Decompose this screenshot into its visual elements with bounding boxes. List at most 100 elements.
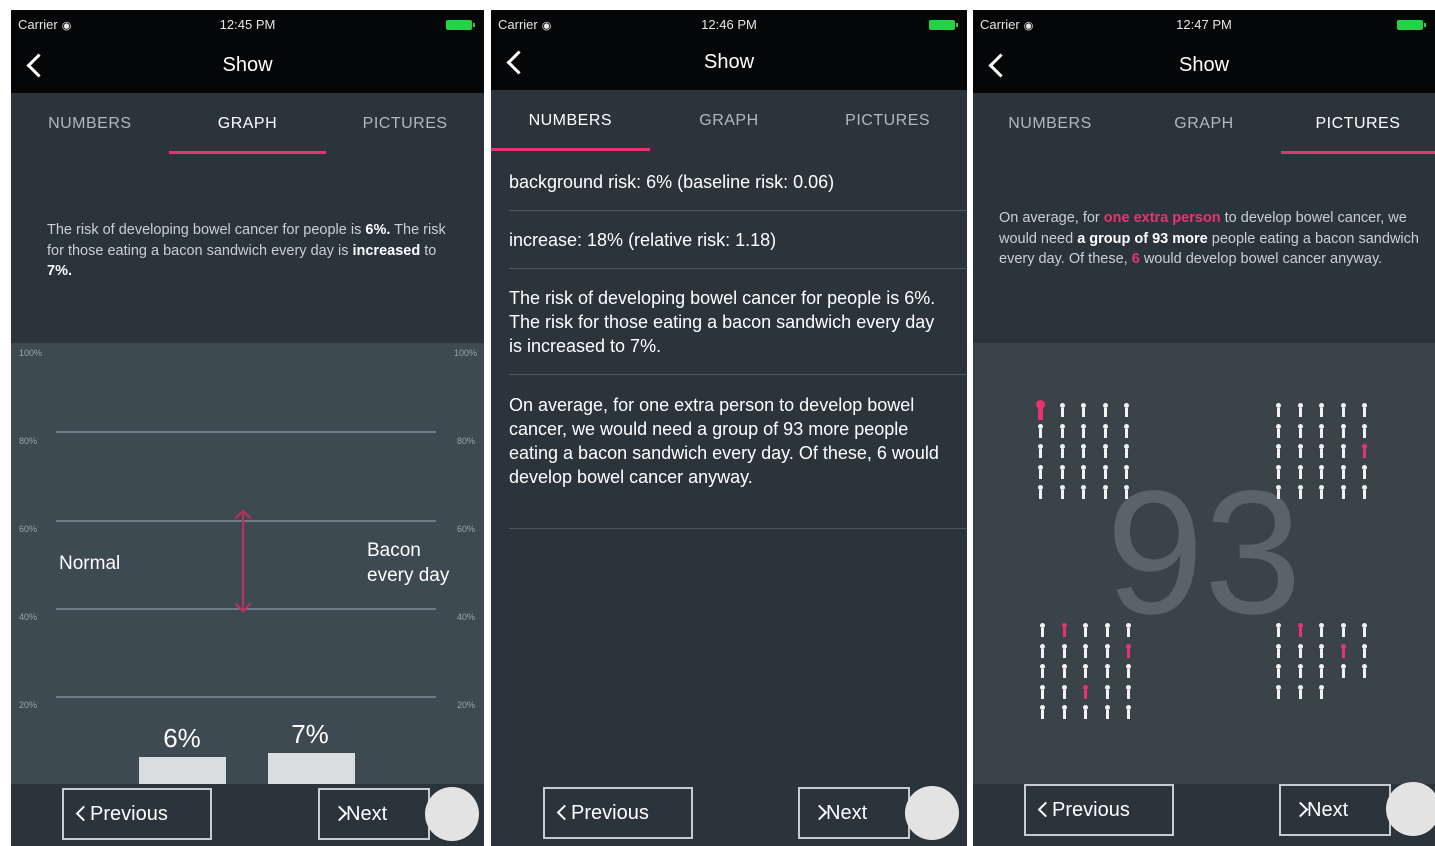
list-item-group-summary: On average, for one extra person to deve… (509, 395, 939, 487)
person-icon (1100, 642, 1115, 662)
person-icon (1293, 662, 1308, 682)
tab-underline (491, 148, 650, 151)
tab-pictures[interactable]: PICTURES (808, 90, 967, 153)
next-button[interactable]: Next (798, 787, 910, 839)
person-icon (1293, 422, 1308, 442)
nav-bar: Show (973, 38, 1435, 93)
person-icon (1033, 483, 1048, 503)
bottom-bar: Previous Next (491, 784, 967, 846)
previous-label: Previous (571, 802, 649, 824)
person-icon (1336, 463, 1351, 483)
person-icon (1357, 642, 1372, 662)
person-icon (1076, 483, 1091, 503)
person-icon (1271, 401, 1286, 421)
person-icon (1121, 703, 1136, 723)
divider (509, 268, 967, 269)
person-icon (1057, 662, 1072, 682)
tab-pictures[interactable]: PICTURES (326, 93, 484, 156)
person-icon (1119, 401, 1134, 421)
status-time: 12:46 PM (701, 17, 757, 32)
status-bar: Carrier ◉ 12:46 PM (491, 10, 967, 38)
person-icon (1271, 483, 1286, 503)
person-icon (1314, 683, 1329, 703)
chevron-right-icon (811, 804, 828, 821)
person-icon (1121, 662, 1136, 682)
person-icon (1271, 662, 1286, 682)
person-icon (1357, 401, 1372, 421)
people-grid-top-right (1271, 401, 1372, 504)
people-grid-bottom-left (1035, 621, 1136, 724)
person-icon (1293, 621, 1308, 641)
nav-bar: Show (11, 38, 484, 93)
previous-label: Previous (1052, 799, 1130, 821)
y-tick-left: 60% (19, 524, 38, 534)
tab-label: PICTURES (845, 112, 931, 129)
previous-button[interactable]: Previous (1024, 784, 1174, 836)
person-icon (1035, 683, 1050, 703)
chevron-left-icon (1037, 801, 1054, 818)
assistive-touch-button[interactable] (905, 786, 959, 840)
y-tick-right: 100% (453, 348, 477, 358)
next-button[interactable]: Next (1279, 784, 1391, 836)
screen-numbers: Carrier ◉ 12:46 PM Show NUMBERS GRAPH PIC… (491, 10, 967, 846)
person-icon (1098, 422, 1113, 442)
person-icon (1098, 442, 1113, 462)
person-icon (1119, 442, 1134, 462)
page-title: Show (703, 51, 755, 73)
person-icon (1057, 683, 1072, 703)
person-icon (1336, 621, 1351, 641)
person-icon (1336, 442, 1351, 462)
person-icon (1098, 401, 1113, 421)
risk-graph: 100% 100% 80% 80% 60% 60% 40% 40% 20% 20… (11, 343, 484, 785)
assistive-touch-button[interactable] (1386, 782, 1435, 836)
next-label: Next (346, 803, 388, 825)
tab-graph[interactable]: GRAPH (650, 90, 809, 153)
person-icon (1033, 400, 1048, 421)
person-icon (1357, 442, 1372, 462)
person-icon (1033, 463, 1048, 483)
tab-numbers[interactable]: NUMBERS (11, 93, 169, 156)
tab-numbers[interactable]: NUMBERS (973, 93, 1127, 156)
tab-pictures[interactable]: PICTURES (1280, 93, 1435, 156)
person-icon (1076, 422, 1091, 442)
person-icon (1357, 662, 1372, 682)
person-icon (1121, 621, 1136, 641)
divider (509, 528, 967, 529)
pictograph: 93 (973, 343, 1435, 785)
person-icon (1057, 703, 1072, 723)
chevron-right-icon (1292, 801, 1309, 818)
divider (509, 374, 967, 375)
tab-graph[interactable]: GRAPH (168, 93, 327, 156)
tab-label: PICTURES (362, 115, 448, 132)
person-icon (1035, 621, 1050, 641)
next-button[interactable]: Next (318, 788, 430, 840)
tab-numbers[interactable]: NUMBERS (491, 90, 650, 153)
person-icon (1336, 422, 1351, 442)
person-icon (1271, 442, 1286, 462)
previous-button[interactable]: Previous (543, 787, 693, 839)
status-bar: Carrier ◉ 12:47 PM (973, 10, 1435, 38)
person-icon (1076, 463, 1091, 483)
person-icon (1076, 401, 1091, 421)
page-title: Show (222, 54, 273, 76)
assistive-touch-button[interactable] (425, 787, 479, 841)
person-icon (1314, 621, 1329, 641)
tab-graph[interactable]: GRAPH (1127, 93, 1281, 156)
person-icon (1119, 483, 1134, 503)
person-icon (1271, 422, 1286, 442)
y-tick-right: 80% (456, 436, 475, 446)
people-grid-top-left (1033, 400, 1134, 504)
person-icon (1314, 401, 1329, 421)
person-icon (1271, 463, 1286, 483)
previous-button[interactable]: Previous (62, 788, 212, 840)
bar-label-normal: 6% (163, 723, 201, 753)
person-icon (1100, 621, 1115, 641)
list-item-risk-summary: The risk of developing bowel cancer for … (509, 288, 936, 356)
page-title: Show (1178, 54, 1230, 76)
chevron-right-icon (331, 805, 348, 822)
person-icon (1314, 642, 1329, 662)
arrow-down-icon (234, 598, 252, 616)
status-time: 12:45 PM (219, 17, 276, 32)
battery-icon (929, 20, 959, 30)
screen-pictures: Carrier ◉ 12:47 PM Show NUMBERS GRAPH PIC… (973, 10, 1435, 846)
